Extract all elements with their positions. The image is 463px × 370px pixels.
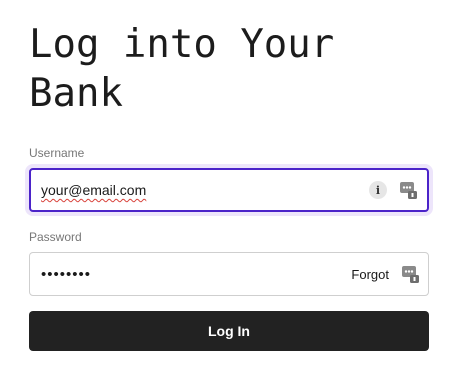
info-icon[interactable]: i — [369, 181, 387, 199]
password-value[interactable]: •••••••• — [41, 266, 91, 283]
page-title: Log into Your Bank — [29, 22, 335, 116]
password-manager-icon[interactable] — [402, 264, 420, 284]
password-label: Password — [29, 230, 82, 244]
username-value[interactable]: your@email.com — [41, 182, 146, 198]
password-field[interactable]: •••••••• Forgot — [29, 252, 429, 296]
username-field[interactable]: your@email.com i — [29, 168, 429, 212]
username-label: Username — [29, 146, 85, 160]
password-manager-icon[interactable] — [400, 180, 418, 200]
login-button[interactable]: Log In — [29, 311, 429, 351]
forgot-password-link[interactable]: Forgot — [351, 267, 389, 282]
